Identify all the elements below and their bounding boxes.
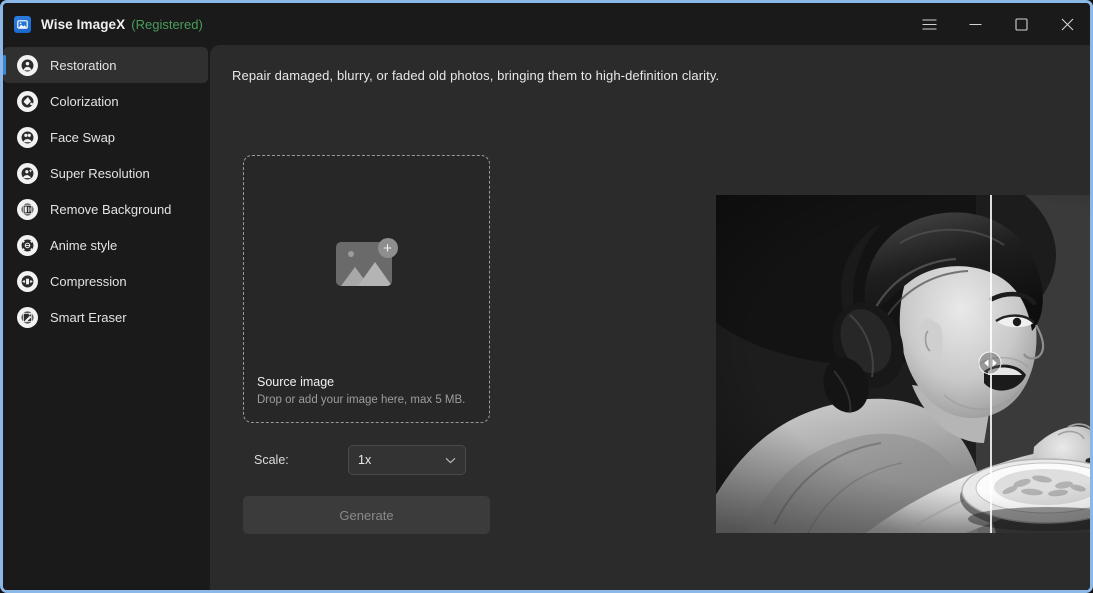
sidebar-item-label: Super Resolution bbox=[50, 165, 150, 181]
page-description: Repair damaged, blurry, or faded old pho… bbox=[232, 68, 720, 83]
placeholder-sun bbox=[347, 251, 354, 257]
maximize-icon[interactable] bbox=[998, 3, 1044, 45]
registered-label: (Registered) bbox=[131, 16, 203, 32]
generate-button[interactable]: Generate bbox=[243, 496, 490, 534]
super-resolution-icon bbox=[17, 162, 38, 184]
app-window: Wise ImageX (Registered) Restoration Col… bbox=[0, 0, 1093, 593]
preview-photo bbox=[716, 195, 1090, 533]
sidebar-item-label: Compression bbox=[50, 273, 127, 289]
title-bar: Wise ImageX (Registered) bbox=[3, 3, 1090, 45]
arrow-right-icon bbox=[992, 359, 997, 367]
sidebar-item-label: Colorization bbox=[50, 93, 119, 109]
scale-select[interactable]: 1x bbox=[348, 445, 466, 475]
sidebar-item-super-resolution[interactable]: Super Resolution bbox=[3, 155, 208, 191]
sidebar-item-label: Remove Background bbox=[50, 201, 172, 217]
paint-bucket-icon bbox=[17, 90, 38, 112]
scale-label: Scale: bbox=[254, 453, 289, 467]
sidebar-item-restoration[interactable]: Restoration bbox=[3, 47, 208, 83]
anime-style-icon bbox=[17, 234, 38, 256]
arrow-left-icon bbox=[983, 359, 988, 367]
window-body: Restoration Colorization Face Swap Super… bbox=[3, 45, 1090, 590]
preview-actions: Save bbox=[716, 537, 1090, 565]
sidebar-item-label: Restoration bbox=[50, 57, 117, 73]
sidebar-item-smart-eraser[interactable]: Smart Eraser bbox=[3, 299, 208, 335]
main-content: Repair damaged, blurry, or faded old pho… bbox=[210, 45, 1090, 590]
hamburger-menu-icon[interactable] bbox=[906, 3, 952, 45]
app-title: Wise ImageX bbox=[41, 16, 126, 32]
sidebar-item-label: Anime style bbox=[50, 237, 118, 253]
smart-eraser-icon bbox=[17, 306, 38, 328]
image-preview[interactable] bbox=[716, 195, 1090, 533]
placeholder-mountain-large bbox=[357, 262, 392, 286]
add-image-badge[interactable]: + bbox=[377, 238, 398, 258]
scale-row: Scale: 1x bbox=[243, 445, 490, 475]
sidebar-item-colorization[interactable]: Colorization bbox=[3, 83, 208, 119]
chevron-down-icon bbox=[445, 457, 456, 463]
window-controls bbox=[906, 3, 1090, 45]
sidebar-item-label: Face Swap bbox=[50, 129, 116, 145]
minimize-icon[interactable] bbox=[952, 3, 998, 45]
photo-app-icon bbox=[14, 15, 31, 33]
sidebar-item-compression[interactable]: Compression bbox=[3, 263, 208, 299]
sidebar-item-remove-background[interactable]: Remove Background bbox=[3, 191, 208, 227]
scale-value: 1x bbox=[358, 453, 372, 467]
image-placeholder-icon: + bbox=[335, 238, 398, 286]
dropzone-texts: Source image Drop or add your image here… bbox=[257, 375, 465, 406]
close-icon[interactable] bbox=[1044, 3, 1090, 45]
left-column: + Source image Drop or add your image he… bbox=[243, 155, 490, 534]
face-swap-icon bbox=[17, 126, 38, 148]
source-image-dropzone[interactable]: + Source image Drop or add your image he… bbox=[243, 155, 490, 423]
sidebar-item-label: Smart Eraser bbox=[50, 309, 127, 325]
portrait-restore-icon bbox=[17, 54, 38, 76]
sidebar-item-face-swap[interactable]: Face Swap bbox=[3, 119, 208, 155]
compression-icon bbox=[17, 270, 38, 292]
sidebar-item-anime-style[interactable]: Anime style bbox=[3, 227, 208, 263]
compare-slider-handle[interactable] bbox=[978, 351, 1002, 375]
dropzone-title: Source image bbox=[257, 375, 335, 389]
placeholder-wrap: + bbox=[244, 238, 489, 286]
dropzone-subtitle: Drop or add your image here, max 5 MB. bbox=[257, 394, 466, 406]
remove-background-icon bbox=[17, 198, 38, 220]
sidebar: Restoration Colorization Face Swap Super… bbox=[3, 45, 210, 590]
